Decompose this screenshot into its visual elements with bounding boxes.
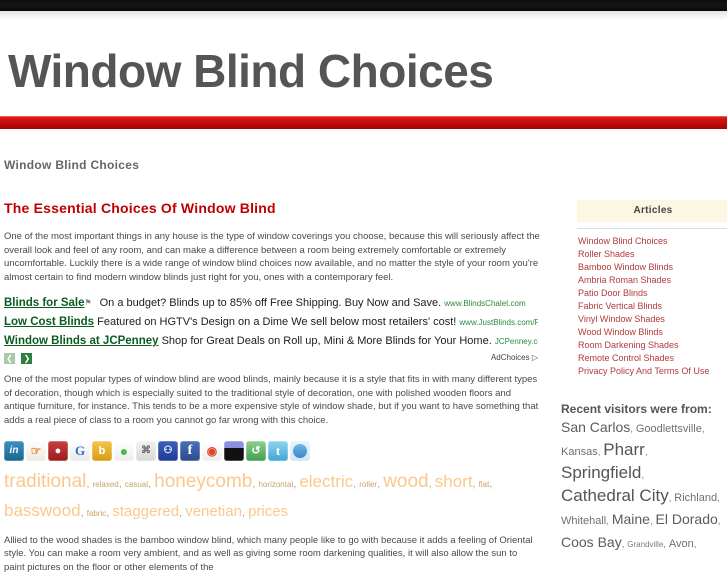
reddit-icon[interactable]: ◉ bbox=[202, 441, 222, 461]
browser-top-bar bbox=[0, 0, 727, 11]
sidebar-article-link[interactable]: Room Darkening Shades bbox=[577, 339, 727, 352]
visitor-city: Cathedral City bbox=[561, 486, 669, 505]
sidebar-article-link[interactable]: Fabric Vertical Blinds bbox=[577, 300, 727, 313]
sidebar-article-link[interactable]: Ambria Roman Shades bbox=[577, 274, 727, 287]
ad-headline-link[interactable]: Window Blinds at JCPenney bbox=[4, 335, 159, 347]
visitor-city: Avon bbox=[669, 538, 694, 550]
sidebar-article-link[interactable]: Window Blind Choices bbox=[577, 235, 727, 248]
articles-heading: Articles bbox=[577, 200, 727, 222]
articles-widget: Articles Window Blind ChoicesRoller Shad… bbox=[577, 200, 727, 378]
tag-link[interactable]: venetian bbox=[185, 503, 242, 520]
tag-cloud: traditional, relaxed, casual, honeycomb,… bbox=[4, 469, 540, 527]
sidebar-article-link[interactable]: Roller Shades bbox=[577, 248, 727, 261]
article-paragraph-2: One of the most popular types of window … bbox=[4, 373, 540, 427]
sidebar-article-link[interactable]: Privacy Policy And Terms Of Use bbox=[577, 365, 727, 378]
sidebar-article-link[interactable]: Wood Window Blinds bbox=[577, 326, 727, 339]
ad-row[interactable]: Window Blinds at JCPenney Shop for Great… bbox=[4, 334, 538, 349]
delicious-icon[interactable]: ● bbox=[48, 441, 68, 461]
page-title: The Essential Choices Of Window Blind bbox=[4, 200, 540, 216]
google-icon[interactable]: G bbox=[70, 441, 90, 461]
red-divider-band-edge bbox=[0, 129, 727, 132]
ad-description: Shop for Great Deals on Roll up, Mini & … bbox=[162, 335, 495, 347]
tag-link[interactable]: fabric bbox=[87, 509, 107, 518]
visitor-city: Goodlettsville bbox=[636, 423, 702, 435]
tag-link[interactable]: roller bbox=[359, 480, 377, 489]
twitter-icon[interactable]: t bbox=[268, 441, 288, 461]
facebook-icon[interactable]: f bbox=[180, 441, 200, 461]
breadcrumb: Window Blind Choices bbox=[4, 158, 139, 172]
tag-link[interactable]: casual bbox=[125, 480, 148, 489]
article-paragraph-3: Allied to the wood shades is the bamboo … bbox=[4, 534, 540, 574]
visitor-city: El Dorado bbox=[656, 511, 718, 527]
tag-link[interactable]: short bbox=[435, 472, 473, 491]
mixx-icon[interactable]: ⌘ bbox=[136, 441, 156, 461]
page-root: Window Blind Choices Window Blind Choice… bbox=[0, 0, 727, 545]
visitor-separator: , bbox=[641, 470, 644, 481]
visitor-separator: , bbox=[717, 493, 720, 504]
site-masthead: Window Blind Choices bbox=[0, 20, 727, 116]
tag-separator: , bbox=[489, 478, 492, 490]
top-bar-shadow bbox=[0, 11, 727, 20]
visitor-city: Maine bbox=[612, 511, 650, 527]
recent-visitors-heading: Recent visitors were from: bbox=[561, 402, 727, 416]
visitor-city: Whitehall bbox=[561, 515, 606, 527]
tag-link[interactable]: relaxed bbox=[93, 480, 119, 489]
linkedin-icon[interactable]: in bbox=[4, 441, 24, 461]
bebo-icon[interactable]: b bbox=[92, 441, 112, 461]
digg-icon[interactable] bbox=[224, 441, 244, 461]
squirrel-icon[interactable]: ☞ bbox=[26, 441, 46, 461]
ad-description: Featured on HGTV's Design on a Dime We s… bbox=[97, 316, 459, 328]
red-divider-band bbox=[0, 116, 727, 130]
ad-block: Blinds for Sale⚑ On a budget? Blinds up … bbox=[4, 296, 538, 367]
ad-display-url[interactable]: www.BlindsChalet.com bbox=[444, 299, 525, 308]
ad-display-url[interactable]: www.JustBlinds.com/Free_.. bbox=[459, 318, 538, 327]
tag-link[interactable]: prices bbox=[248, 503, 288, 520]
visitor-city: San Carlos bbox=[561, 419, 630, 435]
tag-link[interactable]: staggered bbox=[112, 503, 179, 520]
ad-headline-link[interactable]: Blinds for Sale bbox=[4, 297, 85, 309]
sidebar: Articles Window Blind ChoicesRoller Shad… bbox=[557, 200, 725, 555]
ad-flag-icon: ⚑ bbox=[85, 296, 97, 310]
visitor-city: Springfield bbox=[561, 463, 641, 482]
visitor-city: Richland bbox=[674, 492, 717, 504]
tag-link[interactable]: traditional bbox=[4, 471, 86, 492]
ad-row[interactable]: Low Cost Blinds Featured on HGTV's Desig… bbox=[4, 315, 538, 330]
visitor-separator: , bbox=[645, 447, 648, 458]
adchoices-link[interactable]: AdChoices ▷ bbox=[491, 353, 538, 362]
tag-link[interactable]: flat bbox=[479, 480, 490, 489]
tag-link[interactable]: electric bbox=[299, 472, 353, 491]
article-paragraph-1: One of the most important things in any … bbox=[4, 230, 540, 284]
social-share-row: in☞●Gb●⌘⚇f◉↺t bbox=[4, 441, 540, 463]
tag-link[interactable]: basswood bbox=[4, 501, 81, 520]
main-content-column: The Essential Choices Of Window Blind On… bbox=[4, 200, 540, 539]
sidebar-article-link[interactable]: Patio Door Blinds bbox=[577, 287, 727, 300]
site-title: Window Blind Choices bbox=[8, 44, 493, 98]
visitor-separator: , bbox=[702, 424, 705, 435]
recent-visitors-widget: Recent visitors were from: San Carlos, G… bbox=[561, 402, 727, 555]
visitor-city: Coos Bay bbox=[561, 534, 622, 550]
ad-prev-button[interactable]: ❮ bbox=[4, 353, 15, 364]
tag-link[interactable]: horizontal bbox=[259, 480, 294, 489]
recent-visitors-cloud: San Carlos, Goodlettsville, Kansas, Phar… bbox=[561, 417, 727, 555]
tag-link[interactable]: honeycomb bbox=[154, 471, 252, 492]
ad-row[interactable]: Blinds for Sale⚑ On a budget? Blinds up … bbox=[4, 296, 538, 311]
messenger-icon[interactable]: ● bbox=[114, 441, 134, 461]
sidebar-article-link[interactable]: Vinyl Window Shades bbox=[577, 313, 727, 326]
articles-divider bbox=[577, 228, 727, 229]
tag-link[interactable]: wood bbox=[383, 471, 428, 492]
ad-description: On a budget? Blinds up to 85% off Free S… bbox=[97, 297, 445, 309]
sidebar-article-link[interactable]: Bamboo Window Blinds bbox=[577, 261, 727, 274]
sidebar-article-link[interactable]: Remote Control Shades bbox=[577, 352, 727, 365]
ad-display-url[interactable]: JCPenney.com/W.. bbox=[495, 337, 538, 346]
ad-nav: ❮ ❯ AdChoices ▷ bbox=[4, 353, 538, 367]
myspace-icon[interactable]: ⚇ bbox=[158, 441, 178, 461]
visitor-separator: , bbox=[718, 516, 721, 527]
visitor-city: Kansas bbox=[561, 446, 598, 458]
visitor-city: Pharr bbox=[603, 440, 645, 459]
share-icon[interactable] bbox=[290, 441, 310, 461]
ad-headline-link[interactable]: Low Cost Blinds bbox=[4, 316, 94, 328]
ad-next-button[interactable]: ❯ bbox=[21, 353, 32, 364]
stumbleupon-icon[interactable]: ↺ bbox=[246, 441, 266, 461]
